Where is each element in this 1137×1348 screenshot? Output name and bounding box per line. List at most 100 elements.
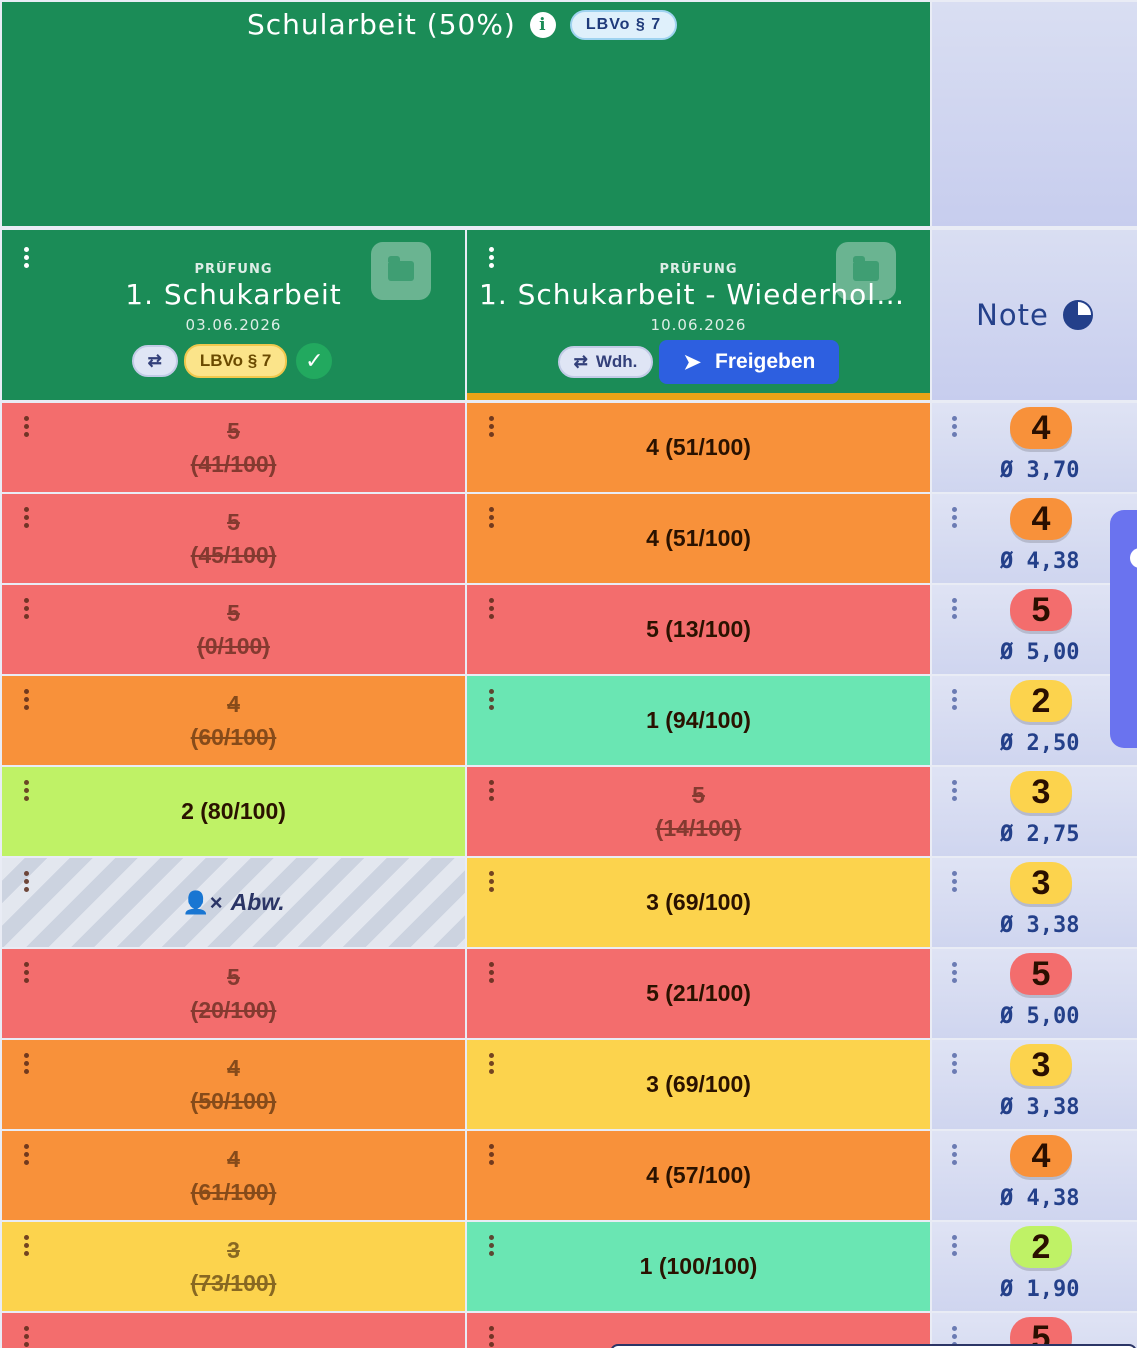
final-grade-menu-icon[interactable] bbox=[952, 868, 957, 895]
superseded-points: (0/100) bbox=[197, 632, 270, 659]
final-grade-cell: 4 Ø 4,38 bbox=[932, 1131, 1137, 1220]
grade-menu-icon[interactable] bbox=[489, 1232, 494, 1259]
grade-cell-exam-1[interactable]: 5 (45/100) bbox=[2, 494, 465, 583]
grade-menu-icon[interactable] bbox=[489, 868, 494, 895]
grade-menu-icon[interactable] bbox=[24, 959, 29, 986]
grade-cell-exam-1[interactable]: 👤× Abw. bbox=[2, 858, 465, 947]
grade-menu-icon[interactable] bbox=[489, 959, 494, 986]
grade-menu-icon[interactable] bbox=[489, 504, 494, 531]
grade-menu-icon[interactable] bbox=[24, 504, 29, 531]
final-grade-menu-icon[interactable] bbox=[952, 595, 957, 622]
grade-cell-exam-1[interactable]: 5 (20/100) bbox=[2, 949, 465, 1038]
final-grade-cell: 3 Ø 3,38 bbox=[932, 858, 1137, 947]
grade-cell-exam-2[interactable]: 1 (94/100) bbox=[467, 676, 930, 765]
pie-chart-icon[interactable] bbox=[1062, 300, 1093, 330]
final-grade-cell: 3 Ø 2,75 bbox=[932, 767, 1137, 856]
bottom-bar bbox=[610, 1344, 1137, 1348]
grade-cell-exam-1[interactable]: 5 bbox=[2, 1313, 465, 1348]
grade-average: Ø 3,38 bbox=[1000, 1095, 1080, 1120]
grade-cell-exam-2[interactable]: 5 (21/100) bbox=[467, 949, 930, 1038]
grade-cell-exam-2[interactable]: 4 (51/100) bbox=[467, 494, 930, 583]
grade-value: 5 (21/100) bbox=[646, 980, 751, 1006]
info-icon[interactable]: i bbox=[529, 11, 556, 38]
grade-menu-icon[interactable] bbox=[24, 595, 29, 622]
send-icon: ➤ bbox=[683, 350, 702, 374]
grade-cell-exam-1[interactable]: 4 (61/100) bbox=[2, 1131, 465, 1220]
superseded-grade: 5 bbox=[227, 508, 240, 535]
grade-menu-icon[interactable] bbox=[24, 686, 29, 713]
superseded-points: (50/100) bbox=[190, 1087, 277, 1114]
grade-cell-exam-1[interactable]: 4 (50/100) bbox=[2, 1040, 465, 1129]
final-grade-cell: 3 Ø 3,38 bbox=[932, 1040, 1137, 1129]
release-button[interactable]: ➤ Freigeben bbox=[659, 340, 840, 384]
repeat-label: Wdh. bbox=[595, 352, 638, 371]
superseded-grade: 4 bbox=[227, 1145, 240, 1172]
grade-cell-exam-2[interactable]: 3 (69/100) bbox=[467, 1040, 930, 1129]
grade-cell-exam-2[interactable]: 4 (57/100) bbox=[467, 1131, 930, 1220]
final-grade-menu-icon[interactable] bbox=[952, 504, 957, 531]
final-grade-pill: 5 bbox=[1010, 953, 1072, 995]
grade-menu-icon[interactable] bbox=[24, 1050, 29, 1077]
grade-menu-icon[interactable] bbox=[489, 413, 494, 440]
superseded-grade: 5 bbox=[227, 1341, 240, 1348]
exam-1-date: 03.06.2026 bbox=[185, 316, 282, 334]
final-grade-menu-icon[interactable] bbox=[952, 686, 957, 713]
exam-2-name[interactable]: 1. Schukarbeit - Wiederholung bbox=[479, 278, 918, 311]
grade-cell-exam-2[interactable] bbox=[467, 1313, 930, 1348]
final-grade-menu-icon[interactable] bbox=[952, 777, 957, 804]
grade-menu-icon[interactable] bbox=[24, 1323, 29, 1348]
grade-value: 1 (100/100) bbox=[639, 1253, 758, 1279]
grade-average: Ø 3,70 bbox=[1000, 458, 1080, 483]
superseded-grade: 4 bbox=[227, 690, 240, 717]
grade-menu-icon[interactable] bbox=[489, 777, 494, 804]
grade-menu-icon[interactable] bbox=[489, 1050, 494, 1077]
grade-value: 4 (57/100) bbox=[646, 1162, 751, 1188]
absent-user-icon: 👤× bbox=[182, 889, 223, 915]
grade-cell-exam-2[interactable]: 4 (51/100) bbox=[467, 403, 930, 492]
final-grade-menu-icon[interactable] bbox=[952, 1141, 957, 1168]
grade-menu-icon[interactable] bbox=[24, 777, 29, 804]
grade-menu-icon[interactable] bbox=[489, 595, 494, 622]
superseded-grade: 5 bbox=[227, 963, 240, 990]
grade-value: 1 (94/100) bbox=[646, 707, 751, 733]
final-grade-menu-icon[interactable] bbox=[952, 1232, 957, 1259]
superseded-points: (14/100) bbox=[655, 814, 742, 841]
grade-cell-exam-1[interactable]: 4 (60/100) bbox=[2, 676, 465, 765]
exam-2-repeat-button[interactable]: ⇄ Wdh. bbox=[557, 346, 654, 378]
exam-2-kind: PRÜFUNG bbox=[659, 262, 738, 277]
grade-cell-exam-2[interactable]: 5 (13/100) bbox=[467, 585, 930, 674]
grade-menu-icon[interactable] bbox=[24, 1141, 29, 1168]
final-grade-pill: 2 bbox=[1010, 1226, 1072, 1268]
grade-value: 4 (51/100) bbox=[646, 525, 751, 551]
grade-average: Ø 1,90 bbox=[1000, 1277, 1080, 1302]
grade-menu-icon[interactable] bbox=[489, 1323, 494, 1348]
grade-menu-icon[interactable] bbox=[24, 868, 29, 895]
grade-cell-exam-1[interactable]: 3 (73/100) bbox=[2, 1222, 465, 1311]
category-title: Schularbeit (50%) bbox=[247, 8, 516, 41]
grade-average: Ø 2,50 bbox=[1000, 731, 1080, 756]
grade-cell-exam-1[interactable]: 5 (41/100) bbox=[2, 403, 465, 492]
side-panel-tab[interactable] bbox=[1110, 510, 1137, 748]
exam-2-pending-indicator bbox=[467, 393, 930, 400]
final-grade-pill: 3 bbox=[1010, 862, 1072, 904]
superseded-grade: 5 bbox=[227, 417, 240, 444]
exam-header-1: PRÜFUNG 1. Schukarbeit 03.06.2026 ⇄ LBVo… bbox=[2, 230, 465, 400]
grade-cell-exam-2[interactable]: 5 (14/100) bbox=[467, 767, 930, 856]
final-grade-menu-icon[interactable] bbox=[952, 413, 957, 440]
grade-menu-icon[interactable] bbox=[489, 1141, 494, 1168]
final-grade-pill: 5 bbox=[1010, 589, 1072, 631]
grade-cell-exam-1[interactable]: 5 (0/100) bbox=[2, 585, 465, 674]
grade-menu-icon[interactable] bbox=[24, 1232, 29, 1259]
final-grade-menu-icon[interactable] bbox=[952, 1050, 957, 1077]
exam-1-repeat-button[interactable]: ⇄ bbox=[131, 345, 178, 377]
superseded-grade: 5 bbox=[692, 781, 705, 808]
grade-menu-icon[interactable] bbox=[489, 686, 494, 713]
grade-cell-exam-2[interactable]: 1 (100/100) bbox=[467, 1222, 930, 1311]
grade-average: Ø 4,38 bbox=[1000, 1186, 1080, 1211]
grade-menu-icon[interactable] bbox=[24, 413, 29, 440]
exam-1-name[interactable]: 1. Schukarbeit bbox=[14, 278, 453, 311]
note-header-label: Note bbox=[976, 298, 1049, 332]
grade-cell-exam-1[interactable]: 2 (80/100) bbox=[2, 767, 465, 856]
final-grade-menu-icon[interactable] bbox=[952, 959, 957, 986]
grade-cell-exam-2[interactable]: 3 (69/100) bbox=[467, 858, 930, 947]
